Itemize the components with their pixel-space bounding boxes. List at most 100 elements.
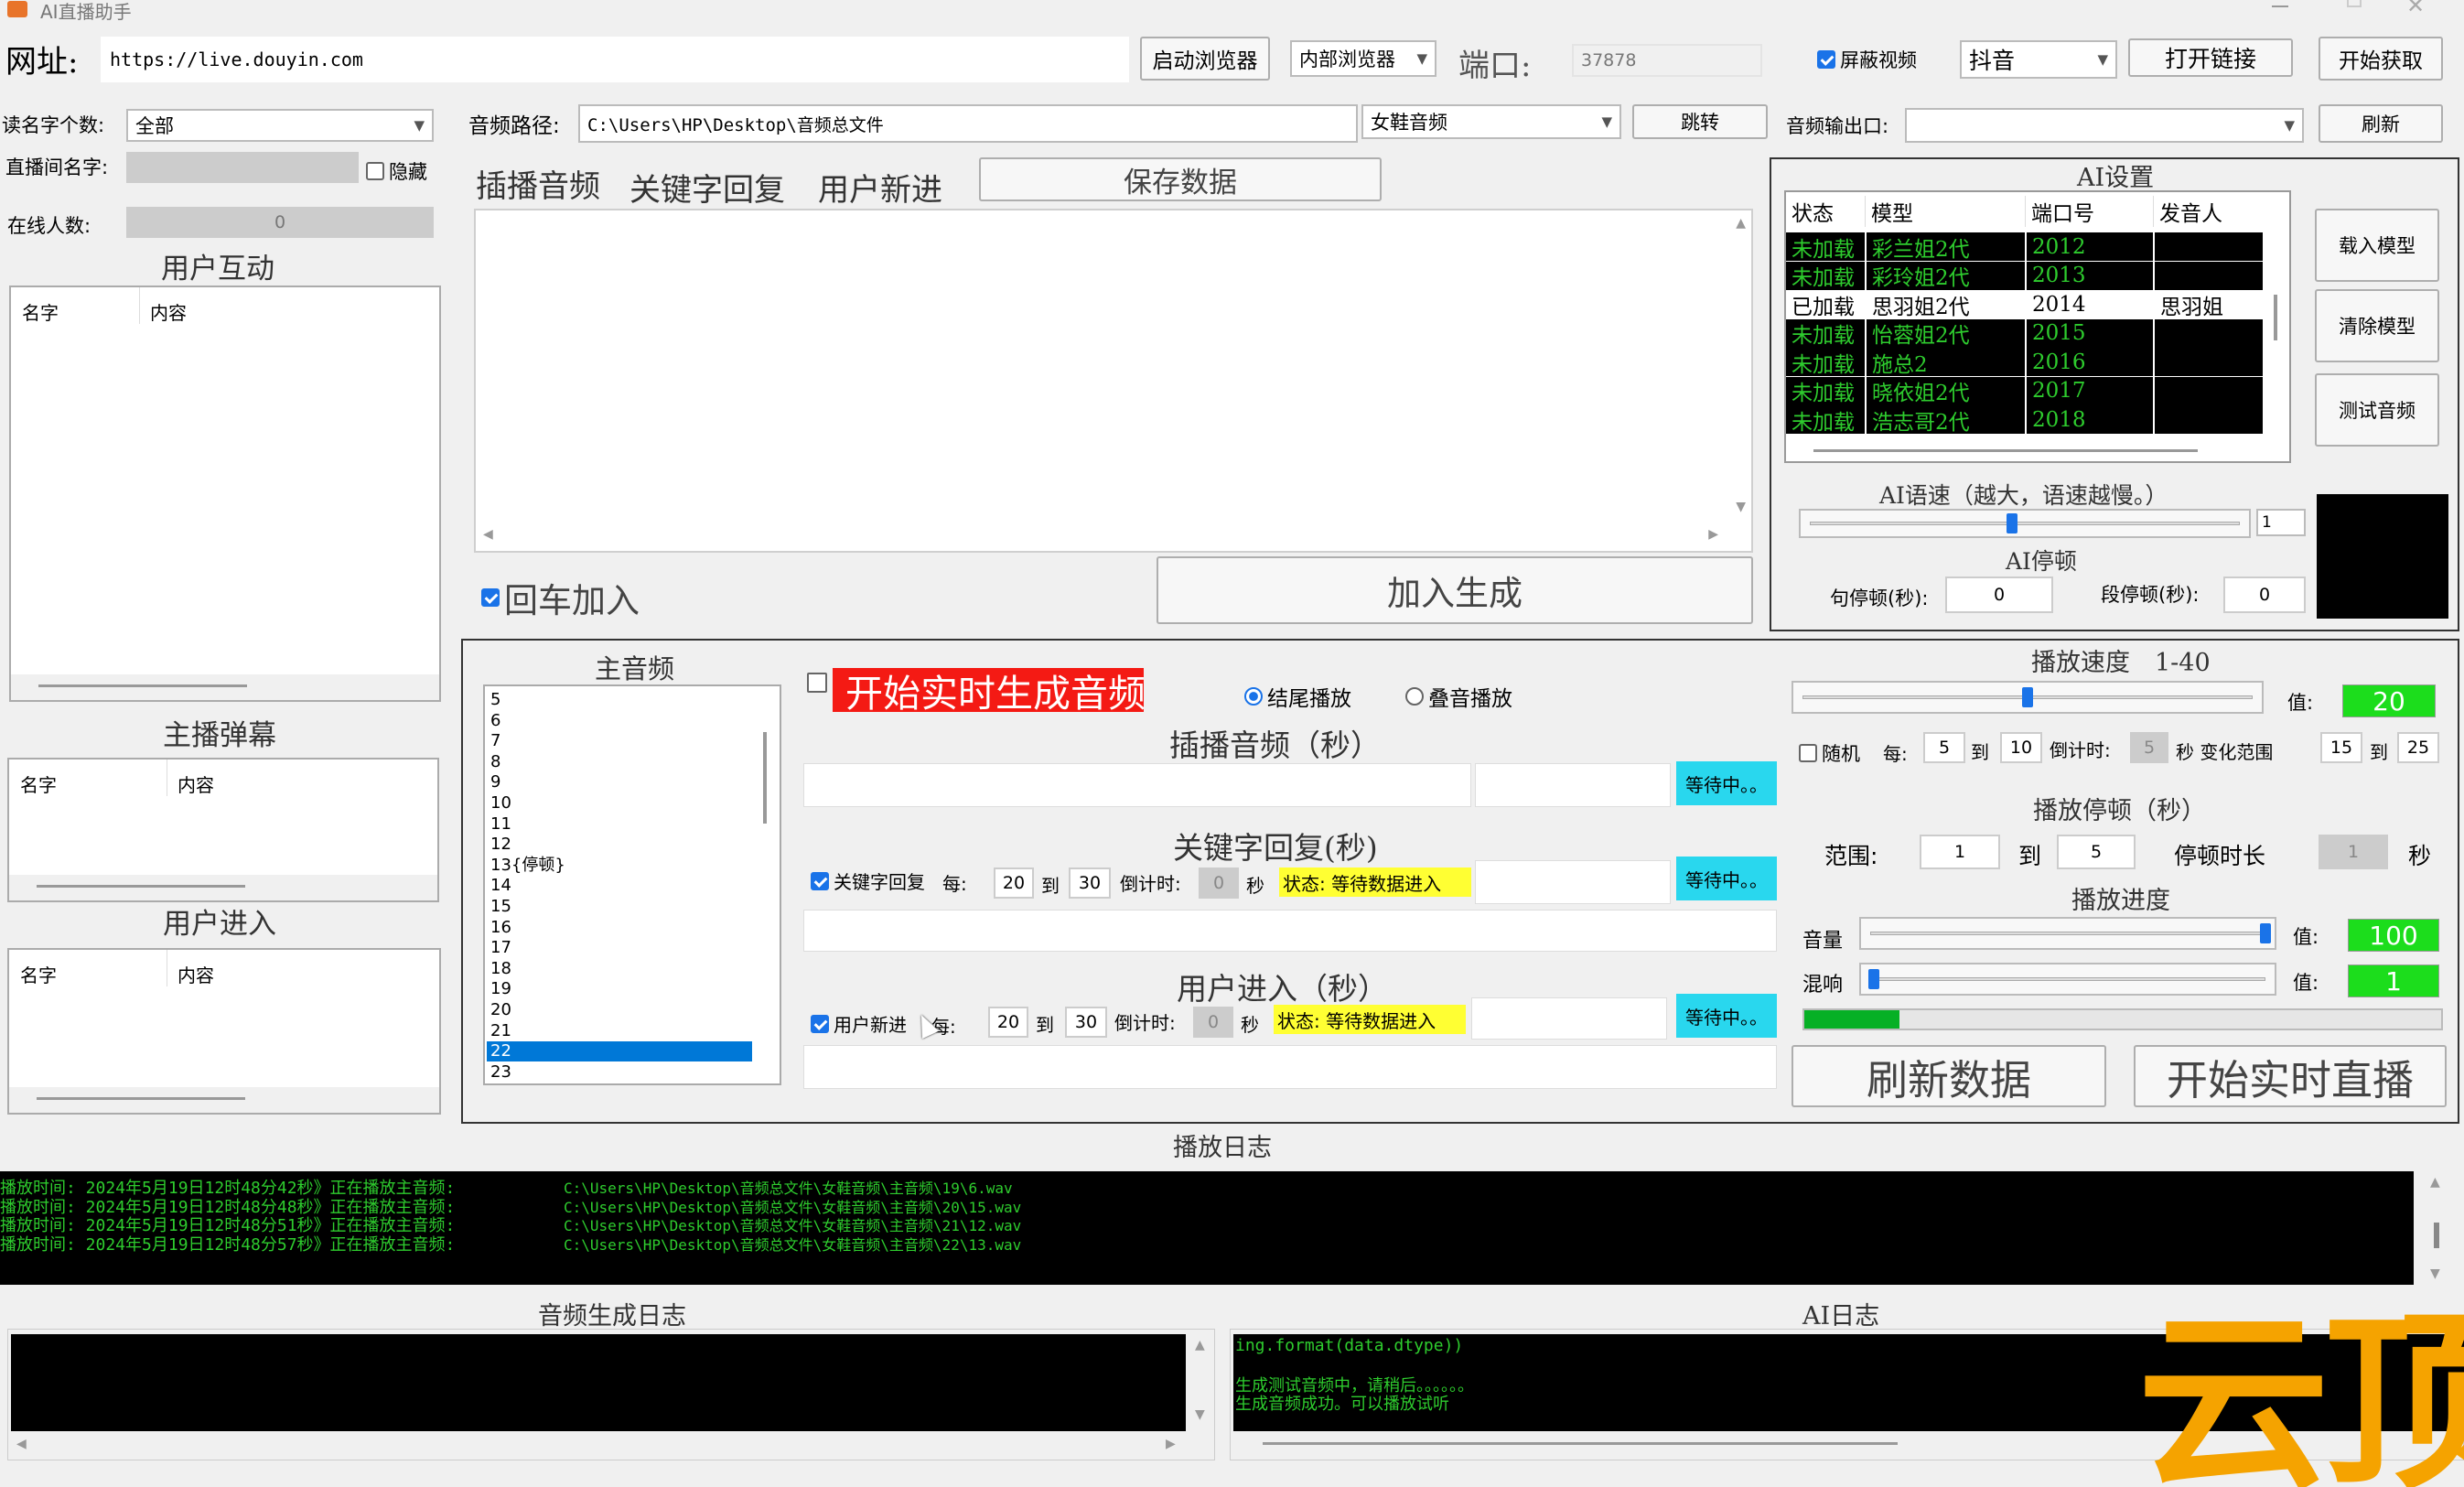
model-row[interactable]: 未加载 晓依姐2代 2017 xyxy=(1786,376,2263,405)
sentence-pause-input[interactable]: 0 xyxy=(1945,576,2053,613)
horizontal-scrollbar[interactable] xyxy=(38,684,247,687)
refresh-output-button[interactable]: 刷新 xyxy=(2319,104,2443,143)
horizontal-scrollbar[interactable] xyxy=(37,1097,245,1100)
model-row[interactable]: 未加载 彩玲姐2代 2013 xyxy=(1786,261,2263,290)
port-input[interactable]: 37878 xyxy=(1572,44,1762,77)
model-row[interactable]: 未加载 彩兰姐2代 2012 xyxy=(1786,232,2263,261)
random-checkbox[interactable]: 随机 xyxy=(1799,739,1860,767)
tab-keyword-reply[interactable]: 关键字回复 xyxy=(629,165,785,210)
list-item[interactable]: 22 xyxy=(487,1041,752,1062)
maximize-icon[interactable] xyxy=(2347,0,2362,7)
model-table[interactable]: 状态 模型 端口号 发音人 未加载 彩兰姐2代 2012 未加载 彩玲姐2代 2013 已加… xyxy=(1784,190,2291,463)
slider-thumb[interactable] xyxy=(2022,687,2033,707)
hide-room-checkbox[interactable]: 隐藏 xyxy=(366,157,427,185)
tab-insert-audio[interactable]: 插播音频 xyxy=(476,161,600,206)
audio-folder-select[interactable]: 女鞋音频 ▼ xyxy=(1361,104,1621,139)
keyword-reply-text[interactable] xyxy=(803,910,1777,952)
refresh-data-button[interactable]: 刷新数据 xyxy=(1792,1045,2106,1107)
vertical-scrollbar[interactable] xyxy=(763,732,767,824)
horizontal-scrollbar[interactable] xyxy=(37,885,245,888)
vertical-scrollbar[interactable] xyxy=(2274,295,2277,340)
slider-thumb[interactable] xyxy=(2006,513,2017,533)
browser-select[interactable]: 内部浏览器 ▼ xyxy=(1290,40,1436,77)
save-data-button[interactable]: 保存数据 xyxy=(979,157,1382,201)
slider-thumb[interactable] xyxy=(2260,923,2271,943)
slider-thumb[interactable] xyxy=(1868,969,1880,989)
scroll-down-icon[interactable]: ▼ xyxy=(2430,1266,2440,1281)
list-item[interactable]: 12 xyxy=(487,835,752,855)
play-log[interactable]: 播放时间: 2024年5月19日12时48分42秒》正在播放主音频: C:\Use… xyxy=(0,1171,2414,1285)
scroll-down-icon[interactable]: ▼ xyxy=(1736,500,1746,514)
random-from-input[interactable]: 5 xyxy=(1923,732,1965,763)
platform-select[interactable]: 抖音 ▼ xyxy=(1960,40,2117,79)
list-item[interactable]: 6 xyxy=(487,711,752,731)
keyword-to-input[interactable]: 30 xyxy=(1069,867,1111,899)
tab-content-textarea[interactable]: ▲ ▼ ◀ ▶ xyxy=(474,209,1753,553)
scroll-right-icon[interactable]: ▶ xyxy=(1708,527,1718,542)
url-input[interactable]: https://live.douyin.com xyxy=(101,37,1129,82)
tab-new-user[interactable]: 用户新进 xyxy=(818,165,942,210)
list-item[interactable]: 15 xyxy=(487,897,752,917)
audio-gen-log[interactable] xyxy=(11,1334,1186,1431)
user-from-input[interactable]: 20 xyxy=(988,1007,1028,1038)
user-interact-list[interactable]: 名字 内容 xyxy=(9,286,441,702)
launch-browser-button[interactable]: 启动浏览器 xyxy=(1140,37,1270,81)
overlay-play-radio[interactable]: 叠音播放 xyxy=(1405,681,1512,712)
ai-speed-value[interactable]: 1 xyxy=(2256,509,2306,536)
load-model-button[interactable]: 载入模型 xyxy=(2315,209,2439,282)
range-to-input[interactable]: 25 xyxy=(2397,732,2439,763)
model-row[interactable]: 已加载 思羽姐2代 2014 思羽姐 xyxy=(1786,290,2263,318)
close-icon[interactable]: ✕ xyxy=(2406,0,2425,18)
scroll-up-icon[interactable]: ▲ xyxy=(1736,216,1746,231)
minimize-icon[interactable] xyxy=(2272,5,2288,7)
open-link-button[interactable]: 打开链接 xyxy=(2128,38,2293,77)
hide-video-checkbox[interactable]: 屏蔽视频 xyxy=(1817,46,1917,73)
model-row[interactable]: 未加载 施总2 2016 xyxy=(1786,348,2263,376)
test-audio-button[interactable]: 测试音频 xyxy=(2315,373,2439,447)
end-play-radio[interactable]: 结尾播放 xyxy=(1244,681,1351,712)
ai-speed-slider[interactable] xyxy=(1799,509,2251,538)
keyword-from-input[interactable]: 20 xyxy=(994,867,1034,899)
horizontal-scrollbar[interactable] xyxy=(1813,449,2198,452)
user-to-input[interactable]: 30 xyxy=(1065,1007,1107,1038)
model-row[interactable]: 未加载 怡蓉姐2代 2015 xyxy=(1786,318,2263,348)
list-item[interactable]: 18 xyxy=(487,959,752,979)
scroll-up-icon[interactable]: ▲ xyxy=(1195,1338,1205,1352)
list-item[interactable]: 13{停顿} xyxy=(487,856,752,876)
list-item[interactable]: 16 xyxy=(487,918,752,938)
anchor-danmu-list[interactable]: 名字 内容 xyxy=(7,758,439,902)
list-item[interactable]: 11 xyxy=(487,814,752,835)
add-generate-button[interactable]: 加入生成 xyxy=(1157,556,1753,624)
list-item[interactable]: 20 xyxy=(487,1000,752,1020)
pause-from-input[interactable]: 1 xyxy=(1920,835,2000,869)
keyword-reply-checkbox[interactable]: 关键字回复 xyxy=(811,867,925,894)
start-gen-checkbox-box[interactable] xyxy=(807,673,827,693)
user-enter-field[interactable] xyxy=(1471,997,1667,1040)
range-from-input[interactable]: 15 xyxy=(2320,732,2362,763)
user-enter-text[interactable] xyxy=(803,1045,1777,1089)
insert-audio-field[interactable] xyxy=(803,763,1471,807)
play-log-scrollbar[interactable]: ▲ ▼ xyxy=(2414,1171,2464,1285)
scroll-right-icon[interactable]: ▶ xyxy=(1166,1437,1176,1451)
clear-model-button[interactable]: 清除模型 xyxy=(2315,289,2439,362)
audio-output-select[interactable]: ▼ xyxy=(1905,108,2304,143)
list-item[interactable]: 19 xyxy=(487,979,752,999)
start-live-button[interactable]: 开始实时直播 xyxy=(2134,1045,2447,1107)
jump-button[interactable]: 跳转 xyxy=(1632,104,1768,139)
model-row[interactable]: 未加载 浩志哥2代 2018 xyxy=(1786,405,2263,434)
main-audio-list[interactable]: 5 6 7 8 9 10 11 12 13{停顿} 14 15 16 17 18 19 20 21 22 23 xyxy=(483,684,781,1085)
read-name-select[interactable]: 全部 ▼ xyxy=(126,109,434,142)
scroll-thumb[interactable] xyxy=(2434,1223,2439,1248)
random-to-input[interactable]: 10 xyxy=(2000,732,2042,763)
insert-audio-field-2[interactable] xyxy=(1475,763,1671,807)
new-user-checkbox[interactable]: 用户新进 xyxy=(811,1010,907,1037)
audio-path-input[interactable]: C:\Users\HP\Desktop\音频总文件 xyxy=(578,104,1358,143)
list-item[interactable]: 17 xyxy=(487,938,752,958)
list-item[interactable]: 7 xyxy=(487,731,752,751)
start-fetch-button[interactable]: 开始获取 xyxy=(2319,37,2443,81)
list-item[interactable]: 23 xyxy=(487,1062,752,1083)
volume-slider[interactable] xyxy=(1859,917,2276,950)
ai-log-horizontal-scrollbar[interactable] xyxy=(1263,1442,1898,1445)
list-item[interactable]: 9 xyxy=(487,772,752,792)
scroll-down-icon[interactable]: ▼ xyxy=(1195,1407,1205,1422)
